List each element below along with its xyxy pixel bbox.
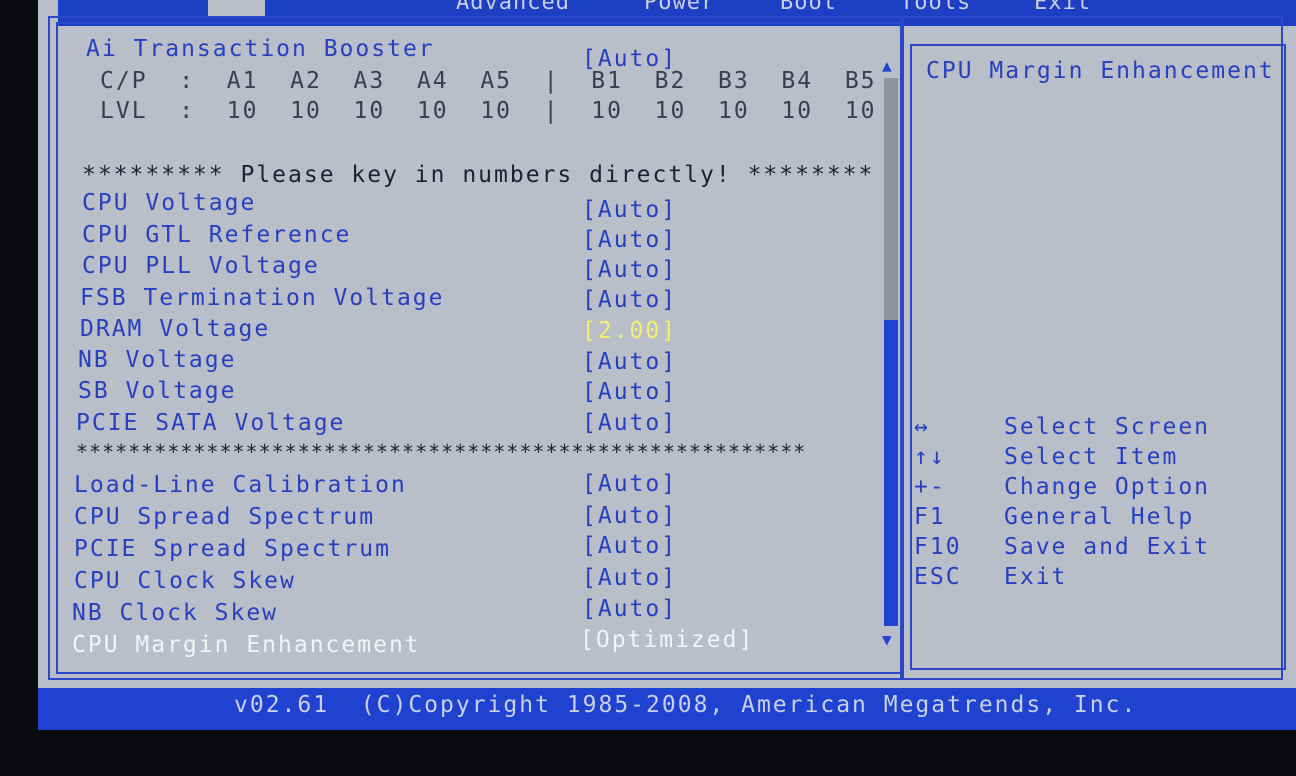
separator-line: ****************************************… [76,440,807,464]
lvl-row: LVL : 10 10 10 10 10 | 10 10 10 10 10 [100,98,877,124]
setting-sb-voltage-value[interactable]: [Auto] [582,379,677,405]
setting-cpu-clock-skew-value[interactable]: [Auto] [582,565,677,591]
setting-cpu-spread-spectrum-value[interactable]: [Auto] [582,503,677,529]
setting-nb-clock-skew-value[interactable]: [Auto] [582,596,677,622]
key-plus-minus: +- [914,474,946,500]
key-action-exit: Exit [1004,564,1068,590]
panel-divider [900,16,904,680]
setting-cpu-pll-voltage-label[interactable]: CPU PLL Voltage [82,253,320,279]
tab-tools[interactable]: Tools [900,0,971,15]
key-arrows-ud: ↑↓ [914,444,946,470]
setting-cpu-spread-spectrum-label[interactable]: CPU Spread Spectrum [74,504,375,530]
cp-row: C/P : A1 A2 A3 A4 A5 | B1 B2 B3 B4 B5 [100,68,877,94]
tab-advanced[interactable]: Advanced [456,0,570,15]
setting-cpu-voltage-label[interactable]: CPU Voltage [82,190,256,216]
setting-cpu-margin-enhancement-label[interactable]: CPU Margin Enhancement [72,632,421,658]
key-action-save-and-exit: Save and Exit [1004,534,1211,560]
setting-cpu-pll-voltage-value[interactable]: [Auto] [582,257,677,283]
setting-pcie-sata-voltage-label[interactable]: PCIE SATA Voltage [76,410,345,436]
setting-nb-voltage-value[interactable]: [Auto] [582,349,677,375]
help-panel-frame [910,44,1286,670]
key-f10: F10 [914,534,962,560]
setting-fsb-termination-voltage-label[interactable]: FSB Termination Voltage [80,285,445,311]
key-action-general-help: General Help [1004,504,1195,530]
tab-boot[interactable]: Boot [780,0,837,15]
setting-dram-voltage-label[interactable]: DRAM Voltage [80,316,270,342]
bios-screen: Main Advanced Power Boot Tools Exit Ai T… [38,0,1296,730]
notice-text: ********* Please key in numbers directly… [82,162,875,188]
setting-cpu-clock-skew-label[interactable]: CPU Clock Skew [74,568,296,594]
setting-load-line-calibration-value[interactable]: [Auto] [582,471,677,497]
setting-cpu-voltage-value[interactable]: [Auto] [582,197,677,223]
setting-nb-voltage-label[interactable]: NB Voltage [78,347,236,373]
setting-dram-voltage-value[interactable]: [2.00] [582,318,677,344]
setting-pcie-spread-spectrum-label[interactable]: PCIE Spread Spectrum [74,536,391,562]
setting-cpu-gtl-reference-label[interactable]: CPU GTL Reference [82,222,351,248]
help-title: CPU Margin Enhancement [926,58,1275,84]
key-action-select-item: Select Item [1004,444,1179,470]
key-action-select-screen: Select Screen [1004,414,1211,440]
scroll-up-arrow-icon[interactable]: ▲ [882,56,892,75]
setting-cpu-gtl-reference-value[interactable]: [Auto] [582,227,677,253]
tab-main[interactable]: Main [208,0,265,16]
footer-bar: v02.61 (C)Copyright 1985-2008, American … [38,688,1296,730]
key-action-change-option: Change Option [1004,474,1211,500]
setting-load-line-calibration-label[interactable]: Load-Line Calibration [74,472,407,498]
setting-nb-clock-skew-label[interactable]: NB Clock Skew [72,600,278,626]
setting-sb-voltage-label[interactable]: SB Voltage [78,378,236,404]
key-esc: ESC [914,564,962,590]
scrollbar-thumb[interactable] [884,320,898,626]
key-f1: F1 [914,504,946,530]
setting-pcie-sata-voltage-value[interactable]: [Auto] [582,410,677,436]
tab-exit[interactable]: Exit [1034,0,1091,15]
setting-ai-transaction-booster-label[interactable]: Ai Transaction Booster [86,36,435,62]
setting-fsb-termination-voltage-value[interactable]: [Auto] [582,287,677,313]
tab-power[interactable]: Power [644,0,715,15]
scroll-down-arrow-icon[interactable]: ▼ [882,630,892,649]
setting-pcie-spread-spectrum-value[interactable]: [Auto] [582,533,677,559]
footer-copyright: v02.61 (C)Copyright 1985-2008, American … [234,692,1138,718]
key-arrows-lr: ↔ [914,414,930,440]
setting-cpu-margin-enhancement-value[interactable]: [Optimized] [580,627,754,653]
